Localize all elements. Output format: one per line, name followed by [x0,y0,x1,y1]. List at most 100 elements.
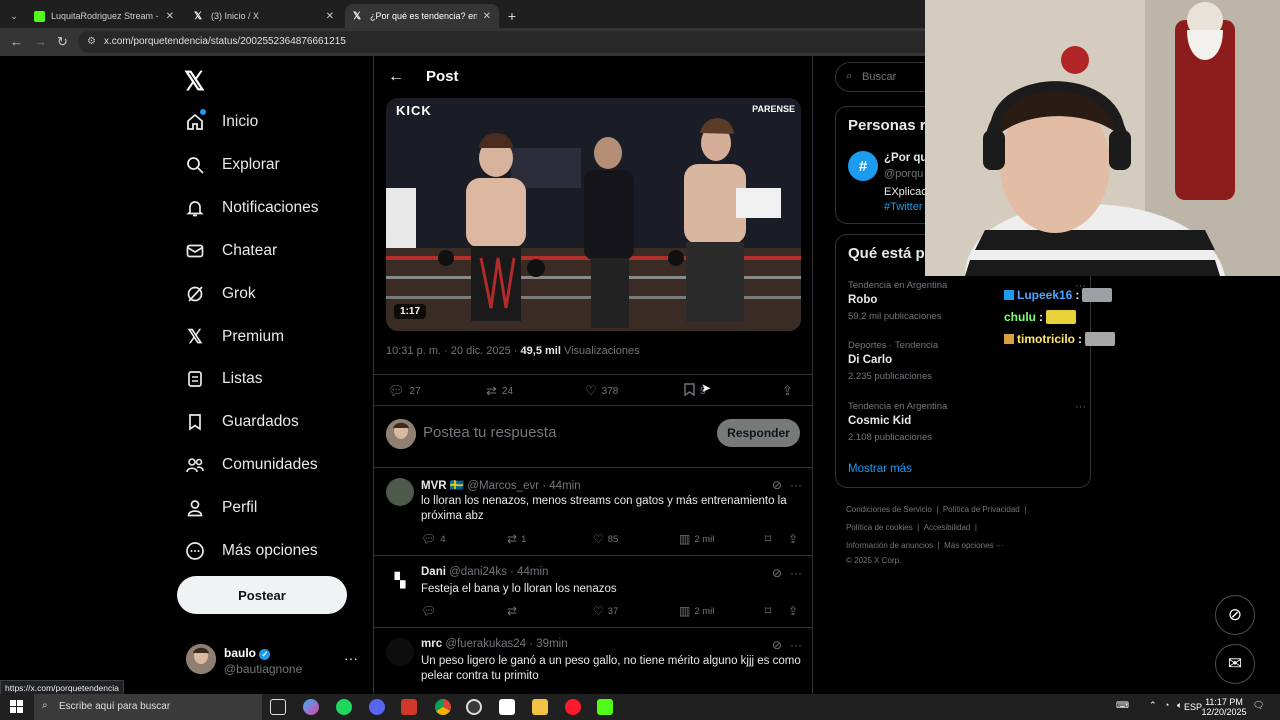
copilot-icon[interactable] [303,699,319,715]
more-icon[interactable]: ··· [1075,401,1086,413]
like-button[interactable]: ♡ 378 [585,383,618,399]
sidebar-item-inicio[interactable]: Inicio [184,109,258,133]
notifications-icon[interactable]: 🗨︎ [1253,700,1264,710]
keyboard-icon[interactable]: ⌨ [1116,700,1129,710]
x-logo-icon[interactable]: 𝕏 [184,66,205,97]
reply-button[interactable]: 💬︎ 4 [421,532,446,546]
network-icon[interactable]: ◔ [1164,700,1169,710]
sidebar-item-grok[interactable]: Grok [184,283,256,305]
sidebar-item-comunidades[interactable]: Comunidades [184,454,318,476]
share-button[interactable]: ⇪ [782,383,793,399]
bookmark-button[interactable]: ⌑ [765,604,771,618]
tweet-time[interactable]: · 44min [542,480,580,492]
author-name[interactable]: mrc [421,638,442,650]
sidebar-item-mas-opciones[interactable]: Más opciones [184,540,318,562]
footer-link[interactable]: Política de cookies [846,523,913,532]
spotify-icon[interactable] [336,699,352,715]
discord-icon[interactable] [369,699,385,715]
author-name[interactable]: MVR [421,480,447,492]
footer-link[interactable]: Más opciones ··· [944,541,1004,550]
sidebar-item-explorar[interactable]: Explorar [184,154,280,176]
trend-item[interactable]: Tendencia en Argentina Cosmic Kid 2.108 … [848,401,1086,443]
tray-chevron-icon[interactable]: ⌃ [1149,700,1157,710]
author-handle[interactable]: @Marcos_evr [467,480,539,492]
back-arrow-icon[interactable]: ← [10,34,23,49]
app-icon[interactable] [401,699,417,715]
url-field[interactable]: ⚙ x.com/porquetendencia/status/200255236… [78,31,938,53]
browser-tab[interactable]: LuquitaRodriguez Stream - ✕ [26,4,182,28]
more-icon[interactable]: ··· [344,650,358,666]
repost-button[interactable]: ⇄ 1 [507,532,526,546]
tab-list-button[interactable]: ⌄ [4,4,24,28]
reply-tweet[interactable]: ▚ Dani @dani24ks · 44min ⊘ ··· Festeja e… [374,556,812,628]
grok-icon[interactable]: ⊘ [772,566,782,580]
views-button[interactable]: ▥ 2 mil [679,532,714,546]
footer-link[interactable]: Información de anuncios [846,541,933,550]
footer-link[interactable]: Política de Privacidad [943,505,1020,514]
taskbar-search-input[interactable]: ⌕ Escribe aquí para buscar [34,694,262,720]
more-icon[interactable]: ··· [790,638,802,652]
share-button[interactable]: ⇪ [788,532,798,546]
views-button[interactable]: ▥ 2 mil [679,604,714,618]
sidebar-item-perfil[interactable]: Perfil [184,497,257,519]
sidebar-item-guardados[interactable]: Guardados [184,411,299,433]
footer-link[interactable]: Condiciones de Servicio [846,505,932,514]
browser-tab-active[interactable]: 𝕏 ¿Por qué es tendencia? en X: " ✕ [345,4,499,28]
avatar[interactable]: ▚ [386,566,414,594]
file-explorer-icon[interactable] [532,699,548,715]
sidebar-item-premium[interactable]: 𝕏 Premium [184,326,284,348]
clock[interactable]: 11:17 PM 12/20/2025 [1200,697,1248,717]
avatar[interactable] [386,478,414,506]
grok-float-button[interactable]: ⊘ [1215,595,1255,635]
bookmark-button[interactable]: ⌑ [765,532,771,546]
hashtag-avatar-icon[interactable]: # [848,151,878,181]
sidebar-item-chatear[interactable]: Chatear [184,240,277,262]
back-arrow-icon[interactable]: ← [388,68,404,86]
windows-start-icon[interactable] [10,700,23,713]
like-button[interactable]: ♡ 85 [593,532,618,546]
reply-button[interactable]: 💬︎ 27 [388,383,421,399]
post-video[interactable]: KICK PARENSE 1:17 [386,98,801,331]
suggested-bio-link[interactable]: #Twitter [884,201,923,213]
post-timestamp[interactable]: 10:31 p. m. · 20 dic. 2025 · [386,345,521,357]
reply-tweet[interactable]: MVR 🇸🇪 @Marcos_evr · 44min ⊘ ··· lo llor… [374,468,812,556]
repost-button[interactable]: ⇄ [507,604,517,618]
browser-tab[interactable]: 𝕏 (3) Inicio / X ✕ [186,4,342,28]
trend-item[interactable]: Deportes · Tendencia Di Carlo 2.235 publ… [848,340,1078,382]
show-more-link[interactable]: Mostrar más [848,463,912,475]
reply-input[interactable]: Postea tu respuesta [423,424,556,441]
task-view-icon[interactable] [270,699,286,715]
close-tab-icon[interactable]: ✕ [483,11,491,22]
author-handle[interactable]: @fuerakukas24 [445,638,526,650]
post-button[interactable]: Postear [177,576,347,614]
author-handle[interactable]: @dani24ks [449,566,507,578]
more-icon[interactable]: ··· [790,478,802,492]
obs-icon[interactable] [466,699,482,715]
sidebar-item-notificaciones[interactable]: Notificaciones [184,197,319,219]
capcut-icon[interactable] [499,699,515,715]
grok-icon[interactable]: ⊘ [772,638,782,652]
repost-button[interactable]: ⇄ 24 [486,383,513,399]
site-settings-icon[interactable]: ⚙ [87,36,96,47]
opera-icon[interactable] [565,699,581,715]
messages-float-button[interactable]: ✉ [1215,644,1255,684]
suggested-name[interactable]: ¿Por qu [884,152,927,164]
account-switcher[interactable]: baulo ✓ @bautiagnone ··· [186,644,366,680]
reload-icon[interactable]: ↻ [57,34,68,50]
close-tab-icon[interactable]: ✕ [326,11,334,22]
forward-arrow-icon[interactable]: → [34,34,47,49]
volume-icon[interactable]: 🔈︎ [1177,700,1182,710]
avatar[interactable] [386,638,414,666]
footer-link[interactable]: Accesibilidad [924,523,971,532]
sidebar-item-listas[interactable]: Listas [184,368,263,390]
chrome-icon[interactable] [435,699,451,715]
close-tab-icon[interactable]: ✕ [166,11,174,22]
reply-tweet[interactable]: mrc @fuerakukas24 · 39min ⊘ ··· Un peso … [374,628,812,696]
grok-icon[interactable]: ⊘ [772,478,782,492]
more-icon[interactable]: ··· [790,566,802,580]
share-button[interactable]: ⇪ [788,604,798,618]
reply-button[interactable]: 💬︎ [421,604,436,618]
new-tab-button[interactable]: + [502,4,522,28]
tweet-time[interactable]: · 44min [510,566,548,578]
like-button[interactable]: ♡ 37 [593,604,618,618]
